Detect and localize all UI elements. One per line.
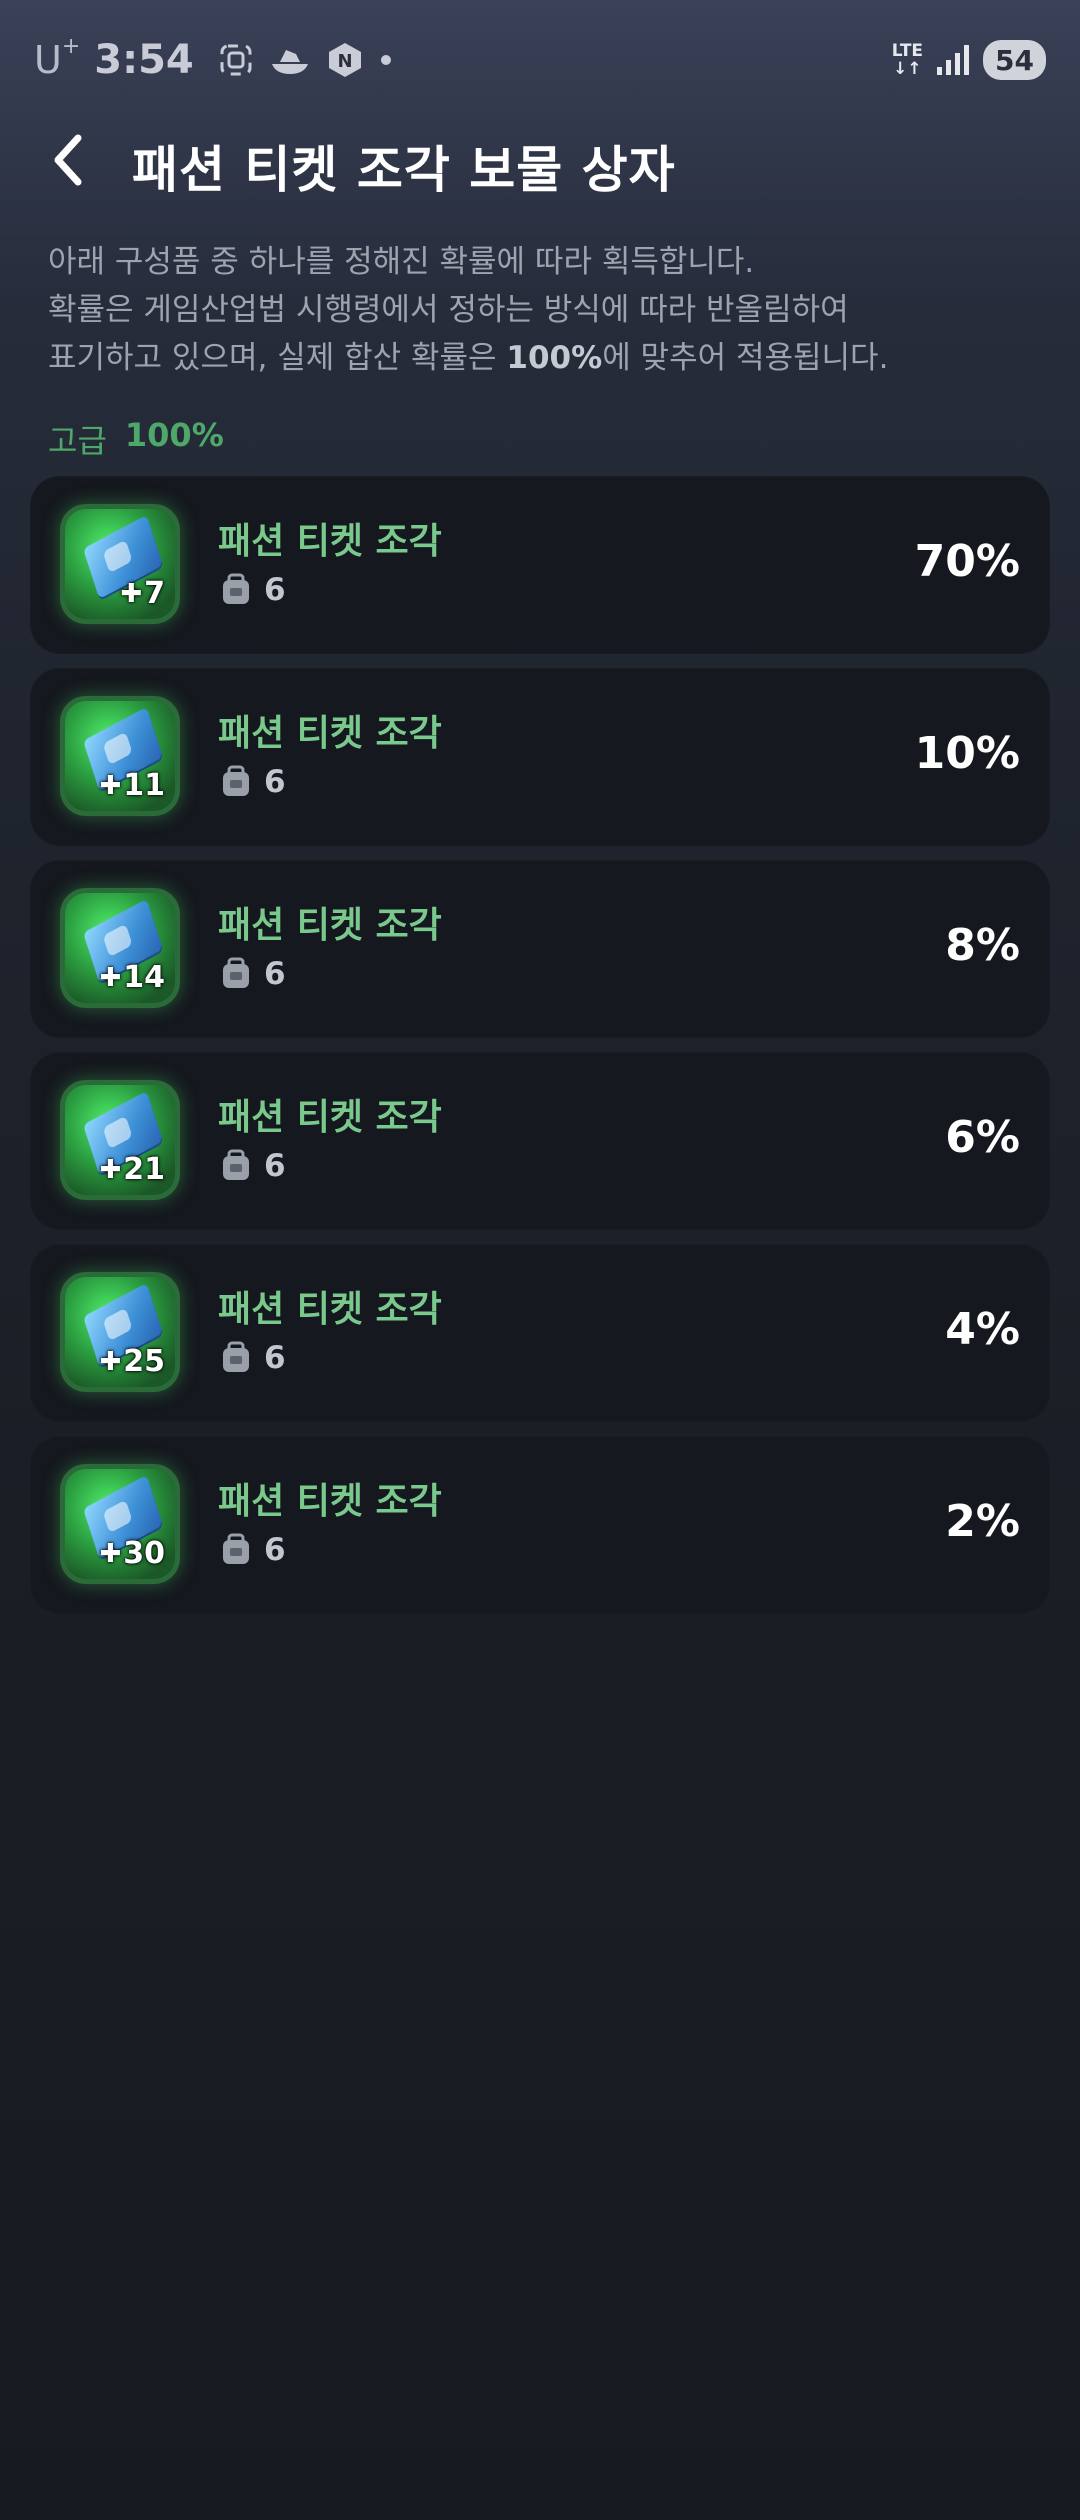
description-total-percent: 100% (506, 340, 603, 376)
item-meta: 6 (218, 956, 286, 992)
battery-indicator: 54 (983, 40, 1046, 80)
item-quantity-value: 30 (123, 1536, 165, 1571)
description-line-3-pre: 표기하고 있으며, 실제 합산 확률은 (48, 340, 507, 376)
screenshot-icon (218, 42, 254, 78)
item-card[interactable]: ✚ 25 패션 티켓 조각 6 4% (30, 1244, 1050, 1422)
item-thumbnail: ✚ 14 (60, 888, 180, 1008)
carrier-sup: + (61, 34, 81, 59)
back-button[interactable] (40, 132, 96, 188)
item-meta: 6 (218, 1148, 286, 1184)
item-probability: 8% (945, 920, 1020, 971)
item-probability: 6% (945, 1112, 1020, 1163)
item-quantity: ✚ 25 (99, 1344, 165, 1379)
bag-icon (223, 1149, 249, 1180)
grade-header: 고급 100% (48, 416, 224, 462)
puzzle-icon: ✚ (99, 1538, 122, 1569)
item-name: 패션 티켓 조각 (218, 521, 442, 562)
boat-icon (268, 42, 312, 78)
item-thumbnail: ✚ 11 (60, 696, 180, 816)
description-line-2: 확률은 게임산업법 시행령에서 정하는 방식에 따라 반올림하여 (48, 292, 849, 328)
item-probability: 4% (945, 1304, 1020, 1355)
signal-icon (935, 43, 971, 77)
bag-icon (223, 957, 249, 988)
description-line-3-post: 에 맞추어 적용됩니다. (602, 340, 889, 376)
description-line-1: 아래 구성품 중 하나를 정해진 확률에 따라 획득합니다. (48, 244, 755, 280)
item-name: 패션 티켓 조각 (218, 1097, 442, 1138)
network-indicator: LTE ↓↑ (892, 42, 923, 78)
puzzle-icon: ✚ (120, 578, 143, 609)
svg-text:N: N (337, 51, 352, 72)
item-count: 6 (264, 956, 286, 992)
chevron-left-icon (54, 134, 82, 186)
bag-icon (223, 573, 249, 604)
item-meta: 6 (218, 1340, 286, 1376)
page-title: 패션 티켓 조각 보물 상자 (132, 141, 676, 199)
puzzle-icon: ✚ (99, 770, 122, 801)
carrier-label: U+ (34, 34, 80, 82)
grade-label: 고급 (48, 422, 107, 460)
item-count: 6 (264, 1340, 286, 1376)
clock: 3:54 (94, 37, 194, 83)
item-quantity-value: 11 (123, 768, 165, 803)
item-name: 패션 티켓 조각 (218, 1481, 442, 1522)
n-app-icon: N (326, 41, 364, 79)
item-quantity: ✚ 7 (120, 576, 165, 611)
description-line-3: 표기하고 있으며, 실제 합산 확률은 100%에 맞추어 적용됩니다. (48, 334, 1048, 382)
bag-icon (223, 1341, 249, 1372)
bag-icon (223, 1533, 249, 1564)
item-meta: 6 (218, 572, 286, 608)
item-name: 패션 티켓 조각 (218, 713, 442, 754)
item-count: 6 (264, 1148, 286, 1184)
item-probability: 70% (914, 536, 1020, 587)
status-bar: U+ 3:54 N LTE ↓↑ 54 (0, 0, 1080, 120)
status-right: LTE ↓↑ 54 (892, 40, 1046, 80)
item-probability: 10% (914, 728, 1020, 779)
status-left: U+ 3:54 N (34, 34, 394, 83)
puzzle-icon: ✚ (99, 1346, 122, 1377)
puzzle-icon: ✚ (99, 1154, 122, 1185)
item-count: 6 (264, 1532, 286, 1568)
item-quantity-value: 21 (123, 1152, 165, 1187)
item-thumbnail: ✚ 21 (60, 1080, 180, 1200)
item-name: 패션 티켓 조각 (218, 905, 442, 946)
grade-percent: 100% (124, 416, 224, 454)
item-quantity-value: 7 (144, 576, 165, 611)
item-meta: 6 (218, 764, 286, 800)
item-meta: 6 (218, 1532, 286, 1568)
item-card[interactable]: ✚ 30 패션 티켓 조각 6 2% (30, 1436, 1050, 1614)
item-card[interactable]: ✚ 14 패션 티켓 조각 6 8% (30, 860, 1050, 1038)
item-card[interactable]: ✚ 21 패션 티켓 조각 6 6% (30, 1052, 1050, 1230)
item-thumbnail: ✚ 30 (60, 1464, 180, 1584)
item-count: 6 (264, 572, 286, 608)
header: 패션 티켓 조각 보물 상자 (0, 110, 1080, 210)
item-card[interactable]: ✚ 7 패션 티켓 조각 6 70% (30, 476, 1050, 654)
item-list: ✚ 7 패션 티켓 조각 6 70% ✚ 11 패션 티켓 조각 6 10% ✚ 14… (30, 476, 1050, 1628)
item-quantity: ✚ 11 (99, 768, 165, 803)
item-quantity-value: 14 (123, 960, 165, 995)
puzzle-icon: ✚ (99, 962, 122, 993)
item-card[interactable]: ✚ 11 패션 티켓 조각 6 10% (30, 668, 1050, 846)
item-thumbnail: ✚ 25 (60, 1272, 180, 1392)
item-quantity: ✚ 30 (99, 1536, 165, 1571)
item-quantity: ✚ 14 (99, 960, 165, 995)
network-label: LTE (891, 41, 924, 61)
data-arrows-icon: ↓↑ (893, 59, 922, 79)
item-quantity: ✚ 21 (99, 1152, 165, 1187)
carrier-text: U (34, 38, 62, 82)
dot-icon (378, 52, 394, 68)
item-count: 6 (264, 764, 286, 800)
item-quantity-value: 25 (123, 1344, 165, 1379)
item-probability: 2% (945, 1496, 1020, 1547)
item-thumbnail: ✚ 7 (60, 504, 180, 624)
item-name: 패션 티켓 조각 (218, 1289, 442, 1330)
bag-icon (223, 765, 249, 796)
description: 아래 구성품 중 하나를 정해진 확률에 따라 획득합니다. 확률은 게임산업법… (48, 238, 1048, 382)
